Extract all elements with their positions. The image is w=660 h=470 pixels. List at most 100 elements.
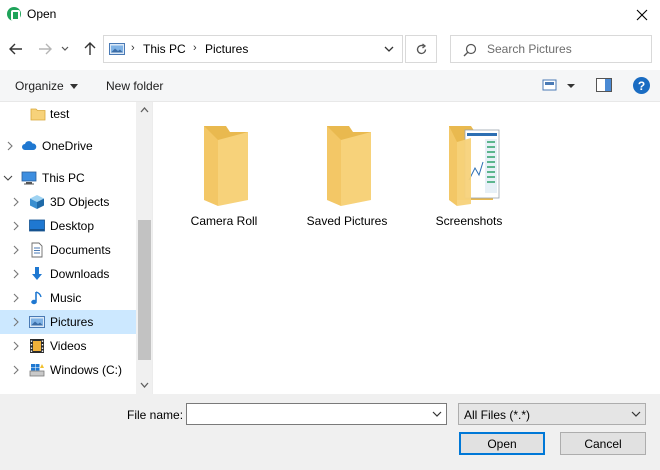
command-toolbar: Organize New folder ? bbox=[0, 70, 660, 102]
folder-icon bbox=[327, 126, 371, 206]
folder-item-saved-pictures[interactable]: Saved Pictures bbox=[292, 114, 402, 228]
breadcrumb-pictures[interactable]: Pictures bbox=[205, 42, 248, 56]
search-box[interactable] bbox=[450, 35, 652, 63]
sidebar-item-label: 3D Objects bbox=[50, 195, 110, 209]
search-icon bbox=[463, 43, 477, 57]
sidebar-item-label: Desktop bbox=[50, 219, 95, 233]
forward-arrow-icon bbox=[39, 43, 52, 55]
chevron-down-icon[interactable] bbox=[432, 410, 442, 418]
close-button[interactable] bbox=[624, 0, 660, 29]
sidebar-item-downloads[interactable]: Downloads bbox=[0, 262, 136, 286]
sidebar-item-onedrive[interactable]: OneDrive bbox=[0, 134, 136, 158]
breadcrumb-separator: › bbox=[193, 42, 197, 54]
sidebar-item-test[interactable]: test bbox=[0, 102, 136, 126]
sidebar-item-label: test bbox=[50, 107, 70, 121]
breadcrumb-separator: › bbox=[131, 42, 135, 54]
app-icon bbox=[7, 7, 21, 21]
navigation-bar: › This PC › Pictures bbox=[0, 29, 660, 69]
breadcrumb-this-pc[interactable]: This PC bbox=[143, 42, 186, 56]
recent-locations-button[interactable] bbox=[58, 37, 72, 61]
open-button[interactable]: Open bbox=[459, 432, 545, 455]
sidebar-item-label: Pictures bbox=[50, 315, 94, 329]
folder-item-screenshots[interactable]: Screenshots bbox=[414, 114, 524, 228]
scroll-up-arrow-icon[interactable] bbox=[140, 106, 149, 114]
dialog-footer: File name: All Files (*.*) Open Cancel bbox=[0, 394, 660, 470]
back-arrow-icon bbox=[9, 43, 22, 55]
refresh-button[interactable] bbox=[405, 35, 437, 63]
sidebar-item-label: Downloads bbox=[50, 267, 110, 281]
chevron-right-icon[interactable] bbox=[11, 220, 21, 232]
organize-label: Organize bbox=[15, 79, 64, 93]
file-name-input[interactable] bbox=[187, 404, 427, 424]
file-list: Camera Roll Saved Pictures Screenshots bbox=[154, 102, 660, 394]
new-folder-button[interactable]: New folder bbox=[106, 79, 163, 93]
file-type-value: All Files (*.*) bbox=[464, 408, 531, 422]
back-button[interactable] bbox=[5, 37, 27, 61]
help-button[interactable]: ? bbox=[633, 77, 650, 94]
sidebar-item-documents[interactable]: Documents bbox=[0, 238, 136, 262]
sidebar-item-label: OneDrive bbox=[42, 139, 93, 153]
preview-pane-icon[interactable] bbox=[596, 78, 612, 92]
organize-button[interactable]: Organize bbox=[15, 79, 78, 93]
refresh-icon bbox=[416, 42, 426, 54]
scrollbar-thumb[interactable] bbox=[138, 220, 151, 360]
close-icon bbox=[636, 9, 648, 20]
search-input[interactable] bbox=[487, 36, 647, 62]
sidebar-item-windows-c[interactable]: Windows (C:) bbox=[0, 358, 136, 382]
sidebar-item-label: This PC bbox=[42, 171, 85, 185]
sidebar-item-label: Windows (C:) bbox=[50, 363, 123, 377]
sidebar-item-desktop[interactable]: Desktop bbox=[0, 214, 136, 238]
window-title: Open bbox=[27, 7, 57, 21]
chevron-right-icon[interactable] bbox=[5, 140, 15, 152]
chevron-down-icon[interactable] bbox=[3, 172, 13, 184]
sidebar-item-label: Music bbox=[50, 291, 82, 305]
sidebar-item-label: Videos bbox=[50, 339, 87, 353]
folder-icon bbox=[30, 108, 46, 121]
forward-button[interactable] bbox=[34, 37, 56, 61]
change-view-button[interactable] bbox=[542, 78, 580, 94]
file-name-combobox[interactable] bbox=[186, 403, 447, 425]
chevron-right-icon[interactable] bbox=[11, 340, 21, 352]
sidebar-item-label: Documents bbox=[50, 243, 111, 257]
cloud-icon bbox=[22, 141, 37, 150]
document-icon bbox=[31, 242, 43, 258]
file-name-label: File name: bbox=[127, 408, 184, 422]
sidebar-item-pictures[interactable]: Pictures bbox=[0, 310, 136, 334]
chevron-down-icon bbox=[61, 46, 69, 51]
computer-icon bbox=[21, 171, 37, 185]
sidebar-scrollbar[interactable] bbox=[136, 102, 152, 394]
chevron-right-icon[interactable] bbox=[11, 244, 21, 256]
sidebar-item-music[interactable]: Music bbox=[0, 286, 136, 310]
folder-label: Saved Pictures bbox=[306, 214, 388, 228]
chevron-down-icon bbox=[631, 411, 641, 417]
chevron-right-icon[interactable] bbox=[11, 292, 21, 304]
chevron-right-icon[interactable] bbox=[11, 268, 21, 280]
scroll-down-arrow-icon[interactable] bbox=[140, 381, 149, 389]
drive-icon bbox=[29, 364, 45, 377]
sidebar-item-videos[interactable]: Videos bbox=[0, 334, 136, 358]
cube-icon bbox=[30, 195, 44, 209]
chevron-down-icon[interactable] bbox=[382, 42, 396, 56]
download-arrow-icon bbox=[32, 267, 42, 280]
chevron-right-icon[interactable] bbox=[11, 364, 21, 376]
folder-item-camera-roll[interactable]: Camera Roll bbox=[169, 114, 279, 228]
chevron-right-icon[interactable] bbox=[11, 196, 21, 208]
open-dialog: Open › This PC › Pictures Search Picture… bbox=[0, 0, 660, 470]
navigation-pane: test OneDrive This PC 3D Objects Desktop… bbox=[0, 102, 153, 394]
pictures-icon bbox=[29, 316, 45, 328]
sidebar-item-this-pc[interactable]: This PC bbox=[0, 166, 136, 190]
pictures-icon bbox=[109, 43, 125, 55]
up-button[interactable] bbox=[79, 37, 101, 61]
sidebar-item-3d-objects[interactable]: 3D Objects bbox=[0, 190, 136, 214]
up-arrow-icon bbox=[84, 42, 96, 55]
folder-icon bbox=[204, 126, 248, 206]
caret-down-icon bbox=[69, 84, 78, 90]
folder-label: Screenshots bbox=[435, 214, 503, 228]
film-icon bbox=[30, 339, 44, 353]
cancel-button[interactable]: Cancel bbox=[560, 432, 646, 455]
folder-label: Camera Roll bbox=[190, 214, 258, 228]
file-type-select[interactable]: All Files (*.*) bbox=[458, 403, 646, 425]
chevron-right-icon[interactable] bbox=[11, 316, 21, 328]
address-bar[interactable]: › This PC › Pictures bbox=[103, 35, 403, 63]
folder-with-screenshots-icon bbox=[449, 126, 500, 206]
